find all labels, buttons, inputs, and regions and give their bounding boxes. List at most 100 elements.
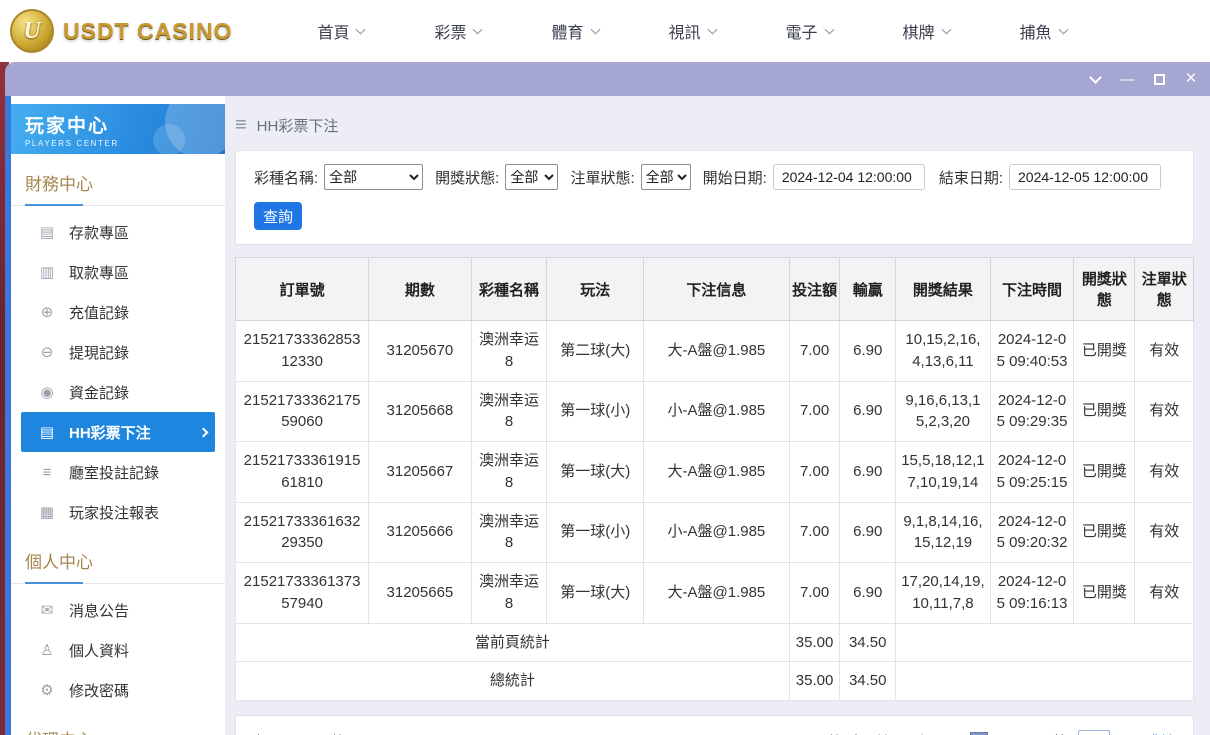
lottery-bets-icon: ▤: [39, 424, 55, 441]
table-header-cell: 開獎狀態: [1073, 257, 1136, 321]
nav-item[interactable]: 視訊: [634, 0, 751, 62]
jump-page-input[interactable]: [1077, 730, 1110, 735]
sidebar-section-title: 個人中心: [11, 542, 225, 584]
window-titlebar: — ×: [5, 62, 1210, 96]
withdraw-icon: ▥: [39, 264, 55, 281]
nav-item-label: 彩票: [434, 25, 467, 42]
table-cell: 已開獎: [1073, 562, 1136, 624]
summary-empty-cell: [895, 661, 1194, 701]
sidebar-item-label: 玩家投注報表: [69, 504, 160, 522]
jump-button[interactable]: 跳转: [1145, 731, 1175, 735]
start-date-input[interactable]: [772, 164, 925, 190]
logo-badge-icon: U: [10, 9, 54, 53]
table-cell: 第一球(大): [546, 441, 645, 503]
end-date-input[interactable]: [1009, 164, 1161, 190]
nav-item-label: 視訊: [668, 25, 701, 42]
sidebar-item-funds-record[interactable]: ◉ 資金記錄: [21, 372, 215, 412]
sidebar-item-label: HH彩票下注: [69, 424, 151, 442]
table-cell: 澳洲幸运8: [470, 562, 548, 624]
sidebar-item-label: 取款專區: [69, 264, 130, 282]
table-cell: 有效: [1134, 441, 1194, 503]
prev-page-link[interactable]: 上一页: [915, 731, 960, 735]
nav-item[interactable]: 彩票: [399, 0, 516, 62]
bet-status-filter-label: 注單狀態:: [570, 169, 635, 187]
sidebar-item-label: 資金記錄: [69, 384, 130, 402]
table-header-cell: 投注額: [788, 257, 841, 321]
nav-item[interactable]: 捕魚: [985, 0, 1102, 62]
window-close-button[interactable]: ×: [1182, 68, 1200, 89]
lottery-select[interactable]: 全部: [324, 164, 424, 190]
table-cell: 7.00: [788, 380, 841, 442]
table-cell: 10,15,2,16,4,13,6,11: [895, 320, 991, 382]
sidebar-item-room-bets-record[interactable]: ≡ 廳室投註記錄: [21, 452, 215, 492]
sidebar-item-bets-report[interactable]: ▦ 玩家投注報表: [21, 492, 215, 532]
chevron-down-icon: [707, 24, 717, 34]
total-count-text: 共5条: [827, 731, 865, 735]
table-cell: 7.00: [788, 441, 841, 503]
menu-icon[interactable]: ≡: [235, 115, 247, 135]
table-header-cell: 下注時間: [989, 257, 1075, 321]
table-row: 2152173336285312330 31205670 澳洲幸运8 第二球(大) 大-…: [234, 320, 1194, 382]
table-cell: 有效: [1134, 380, 1194, 442]
filter-row: 彩種名稱: 全部 開獎狀態: 全部 注單狀態: 全部 開始日期: 2024-12…: [254, 164, 1175, 190]
sidebar-item-announcements[interactable]: ✉ 消息公告: [21, 590, 215, 630]
window-maximize-button[interactable]: [1150, 70, 1168, 88]
nav-item[interactable]: 首頁: [282, 0, 399, 62]
maximize-icon: [1153, 73, 1165, 85]
current-page-indicator[interactable]: 1: [969, 731, 988, 735]
bets-report-icon: ▦: [39, 504, 55, 521]
table-cell: 大-A盤@1.985: [643, 562, 790, 624]
player-center-window: — × 玩家中心 PLAYERS CENTER 財務中心 ▤ 存款專區 ▥ 取款專區 ⊕ 充…: [5, 62, 1210, 735]
bet-status-select[interactable]: 全部: [640, 164, 691, 190]
search-button[interactable]: 查詢: [254, 202, 302, 230]
table-header-cell: 下注信息: [643, 257, 790, 321]
sidebar-item-lottery-bets[interactable]: ▤ HH彩票下注: [21, 412, 215, 452]
table-cell: 2024-12-05 09:25:15: [989, 441, 1075, 503]
table-cell: 31205665: [368, 562, 472, 624]
first-page-link[interactable]: 首页: [875, 731, 905, 735]
table-row: 2152173336163229350 31205666 澳洲幸运8 第一球(小) 小-…: [234, 501, 1194, 563]
window-minimize-button[interactable]: —: [1118, 70, 1136, 88]
table-header-row: 訂單號 期數 彩種名稱 玩法 下注信息 投注額 輸贏 開獎結果 下注時間 開獎狀態 注單狀態: [234, 257, 1194, 321]
table-cell: 7.00: [788, 320, 841, 382]
logo[interactable]: U USDT CASINO: [10, 9, 232, 53]
summary-row: 當前頁統計 35.00 34.50: [235, 622, 1194, 663]
sidebar-item-profile[interactable]: ♙ 個人資料: [21, 630, 215, 670]
table-cell: 已開獎: [1073, 501, 1136, 563]
sidebar-item-deposit[interactable]: ▤ 存款專區: [21, 212, 215, 252]
draw-status-filter-label: 開獎狀態:: [435, 169, 500, 187]
sidebar-item-recharge-record[interactable]: ⊕ 充值記錄: [21, 292, 215, 332]
table-cell: 9,1,8,14,16,15,12,19: [895, 501, 991, 563]
sidebar-item-change-password[interactable]: ⚙ 修改密碼: [21, 670, 215, 710]
nav-item[interactable]: 電子: [751, 0, 868, 62]
lottery-filter-label: 彩種名稱:: [254, 169, 319, 187]
table-cell: 6.90: [839, 441, 897, 503]
table-cell: 澳洲幸运8: [470, 320, 548, 382]
table-cell: 小-A盤@1.985: [643, 501, 790, 563]
room-bets-record-icon: ≡: [42, 463, 52, 481]
nav-item[interactable]: 體育: [516, 0, 633, 62]
table-cell: 7.00: [788, 501, 841, 563]
recharge-record-icon: ⊕: [40, 304, 54, 321]
pagination: 共5条 首页 上一页 1 下一页 第 页 跳转: [827, 730, 1175, 735]
table-cell: 有效: [1134, 320, 1194, 382]
nav-item[interactable]: 棋牌: [868, 0, 985, 62]
sidebar-item-withdraw[interactable]: ▥ 取款專區: [21, 252, 215, 292]
draw-status-select[interactable]: 全部: [505, 164, 559, 190]
table-cell: 澳洲幸运8: [470, 380, 548, 442]
summary-bet-total: 35.00: [788, 661, 841, 701]
window-collapse-button[interactable]: [1086, 70, 1104, 88]
nav-item-label: 體育: [551, 25, 584, 42]
sidebar-section-title: 代理中心: [11, 720, 225, 735]
table-cell: 6.90: [839, 380, 897, 442]
chevron-down-icon: [1088, 70, 1102, 84]
jump-prefix-label: 第: [1053, 731, 1068, 735]
next-page-link[interactable]: 下一页: [998, 731, 1043, 735]
bet-table: 訂單號 期數 彩種名稱 玩法 下注信息 投注額 輸贏 開獎結果 下注時間 開獎狀態 注單狀態 215…: [234, 257, 1194, 701]
table-header-cell: 注單狀態: [1134, 257, 1194, 321]
chevron-right-icon: [198, 427, 209, 437]
breadcrumb: ≡ HH彩票下注: [235, 110, 1194, 140]
chevron-down-icon: [1058, 24, 1069, 34]
summary-winloss-total: 34.50: [839, 661, 897, 701]
sidebar-item-cashout-record[interactable]: ⊖ 提現記錄: [21, 332, 215, 372]
